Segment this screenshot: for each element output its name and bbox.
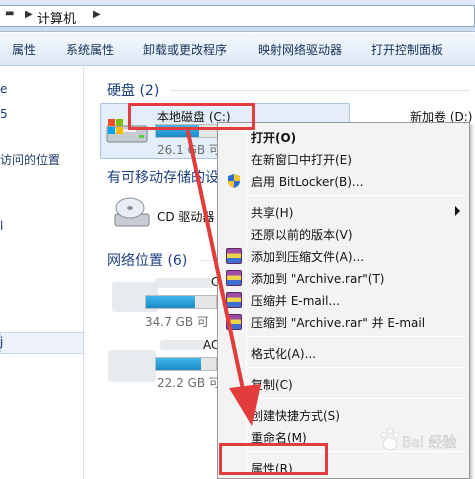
menu-item-label: 创建快捷方式(S) — [251, 409, 340, 423]
nav-item-1[interactable]: e — [0, 82, 7, 96]
menu-item-label: 共享(H) — [251, 206, 294, 220]
network-drive-name-blurred — [160, 340, 206, 350]
menu-item-7[interactable]: 添加到 "Archive.rar"(T) — [221, 267, 466, 289]
network-drive-1-usage-fill — [146, 296, 195, 308]
menu-item-9[interactable]: 压缩到 "Archive.rar" 并 E-mail — [221, 311, 466, 333]
command-bar: 属性 系统属性 卸载或更改程序 映射网络驱动器 打开控制面板 — [0, 33, 475, 66]
computer-icon: ▬ — [5, 8, 15, 19]
group-divider — [200, 260, 217, 261]
winrar-icon — [226, 292, 242, 308]
network-drive-icon-blurred — [108, 350, 156, 382]
menu-item-label: 压缩到 "Archive.rar" 并 E-mail — [251, 316, 426, 330]
menu-item-label: 还原以前的版本(V) — [251, 228, 353, 242]
menu-item-0[interactable]: 打开(O) — [221, 126, 466, 148]
winrar-icon — [226, 270, 242, 286]
cd-drive-icon — [114, 197, 150, 227]
menu-item-4[interactable]: 共享(H) — [221, 201, 466, 223]
annotation-box-drive-c — [128, 103, 255, 130]
menu-item-label: 复制(C) — [251, 378, 293, 392]
cd-drive-name[interactable]: CD 驱动器 — [157, 208, 214, 225]
address-bar: ▬ ▶ 计算机 ▶ — [0, 0, 475, 32]
watermark-text: Bai 经验 — [402, 435, 457, 451]
network-drive-2-usage-fill — [156, 358, 201, 370]
winrar-icon — [226, 248, 242, 264]
menu-item-label: 格式化(A)... — [251, 347, 317, 361]
nav-item-4[interactable]: l — [0, 219, 3, 233]
group-header-hard-disks[interactable]: 硬盘 (2) — [107, 80, 159, 100]
annotation-box-properties — [219, 443, 328, 475]
nav-item-computer[interactable]: j — [0, 335, 3, 349]
nav-selected-highlight — [0, 332, 84, 354]
menu-item-2[interactable]: 启用 BitLocker(B)... — [221, 170, 466, 192]
map-network-drive-button[interactable]: 映射网络驱动器 — [258, 41, 342, 58]
menu-separator — [248, 195, 466, 196]
breadcrumb-computer[interactable]: 计算机 — [37, 8, 76, 27]
network-drive-1-usage-bar — [145, 295, 217, 309]
baidu-watermark-logo: Bai 经验 — [381, 428, 457, 451]
menu-item-label: 添加到 "Archive.rar"(T) — [251, 272, 385, 286]
menu-separator — [248, 367, 466, 368]
menu-item-label: 压缩并 E-mail... — [251, 294, 340, 308]
menu-item-11[interactable]: 格式化(A)... — [221, 342, 466, 364]
menu-separator — [248, 336, 466, 337]
network-drive-2-free-space: 22.2 GB 可 — [157, 376, 221, 390]
chevron-right-icon[interactable]: ▶ — [25, 9, 33, 20]
system-properties-button[interactable]: 系统属性 — [66, 41, 114, 58]
network-drive-2-usage-bar — [155, 357, 217, 371]
submenu-arrow-icon — [455, 206, 460, 216]
shield-icon — [228, 174, 240, 188]
group-divider — [170, 90, 470, 91]
context-menu: 打开(O) 在新窗口中打开(E) 启用 BitLocker(B)... 共享(H) 还原… — [217, 122, 470, 479]
menu-item-15[interactable]: 创建快捷方式(S) — [221, 404, 466, 426]
network-drive-1-free-space: 34.7 GB 可 — [145, 315, 209, 329]
menu-item-label: 在新窗口中打开(E) — [251, 153, 352, 167]
menu-item-5[interactable]: 还原以前的版本(V) — [221, 223, 466, 245]
open-control-panel-button[interactable]: 打开控制面板 — [371, 41, 443, 58]
nav-item-2[interactable]: 5 — [0, 107, 8, 121]
menu-item-label: 打开(O) — [251, 131, 297, 145]
menu-separator — [248, 398, 466, 399]
winrar-icon — [226, 314, 242, 330]
menu-item-6[interactable]: 添加到压缩文件(A)... — [221, 245, 466, 267]
group-header-network[interactable]: 网络位置 (6) — [107, 250, 187, 270]
uninstall-program-button[interactable]: 卸载或更改程序 — [143, 41, 227, 58]
properties-button[interactable]: 属性 — [12, 41, 36, 58]
menu-item-1[interactable]: 在新窗口中打开(E) — [221, 148, 466, 170]
network-drive-name-blurred — [155, 278, 213, 288]
menu-item-label: 添加到压缩文件(A)... — [251, 250, 365, 264]
menu-item-8[interactable]: 压缩并 E-mail... — [221, 289, 466, 311]
drive-c-free-space: 26.1 GB 可 — [157, 143, 221, 157]
breadcrumb-chevron-icon[interactable]: ▶ — [93, 9, 101, 20]
menu-item-label: 启用 BitLocker(B)... — [251, 175, 364, 189]
navigation-pane: e 5 访问的位置 l j — [0, 67, 84, 479]
address-box[interactable]: ▬ ▶ 计算机 ▶ — [0, 5, 475, 27]
nav-item-recent-places[interactable]: 访问的位置 — [0, 151, 60, 168]
group-header-removable[interactable]: 有可移动存储的设 — [107, 167, 219, 187]
menu-item-13[interactable]: 复制(C) — [221, 373, 466, 395]
